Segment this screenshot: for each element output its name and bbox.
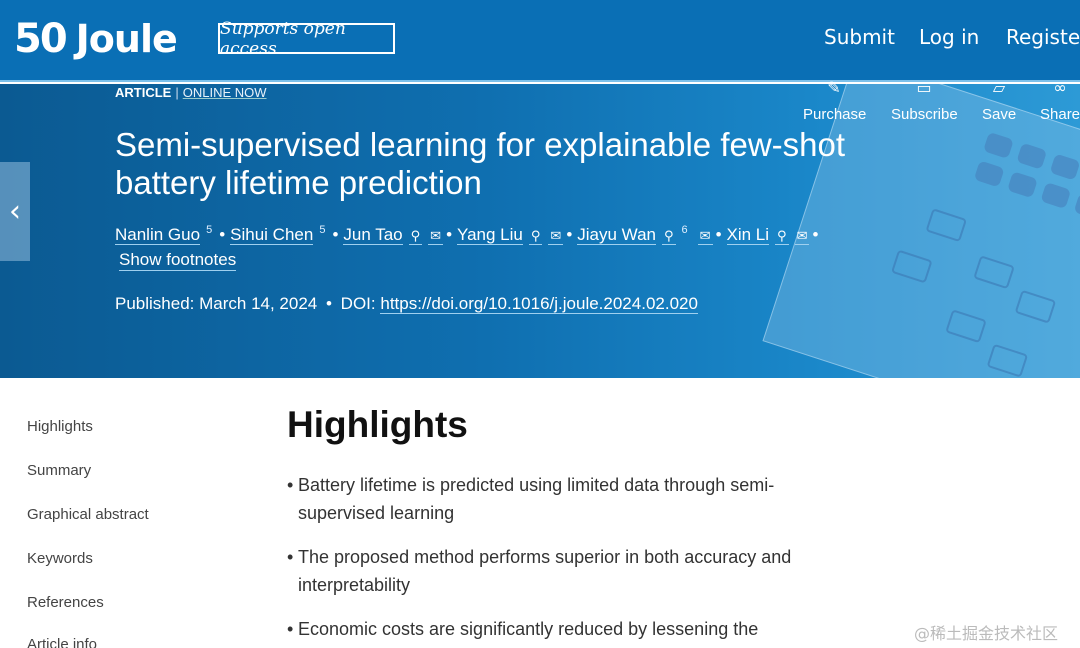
author-item: Nanlin Guo 5 • <box>115 224 226 245</box>
publication-info: Published: March 14, 2024 • DOI: https:/… <box>115 294 698 314</box>
nav-highlights[interactable]: Highlights <box>27 418 93 435</box>
author-item: Xin Li ⚲ ✉ • <box>726 224 819 245</box>
author-list: Nanlin Guo 5 • Sihui Chen 5 • Jun Tao ⚲ ✉ • Yan… <box>115 218 875 249</box>
subscribe-button[interactable]: ▭ Subscribe <box>891 78 958 123</box>
person-icon[interactable]: ⚲ <box>408 228 423 245</box>
chevron-left-icon: ‹ <box>9 194 21 229</box>
article-title: Semi-supervised learning for explainable… <box>115 126 846 201</box>
open-access-badge[interactable]: Supports open access <box>218 19 395 59</box>
published-date: Published: March 14, 2024 <box>115 294 318 313</box>
login-link[interactable]: Log in <box>919 25 979 49</box>
nav-references[interactable]: References <box>27 594 104 611</box>
submit-link[interactable]: Submit <box>824 25 895 49</box>
meta-separator: | <box>175 85 179 100</box>
author-item: Yang Liu ⚲ ✉ • <box>457 224 573 245</box>
save-button[interactable]: ▱ Save <box>982 78 1016 123</box>
show-footnotes-link[interactable]: Show footnotes <box>119 250 237 271</box>
author-name[interactable]: Jiayu Wan <box>577 224 656 245</box>
subscribe-label: Subscribe <box>891 106 958 123</box>
purchase-label: Purchase <box>803 106 867 123</box>
register-link[interactable]: Register <box>1006 25 1080 49</box>
highlight-text: Economic costs are significantly reduced… <box>298 619 759 639</box>
highlight-text: The proposed method performs superior in… <box>298 547 792 595</box>
person-icon[interactable]: ⚲ <box>775 228 789 245</box>
author-name[interactable]: Yang Liu <box>457 224 523 245</box>
nav-summary[interactable]: Summary <box>27 462 91 479</box>
author-item: Jun Tao ⚲ ✉ • <box>343 224 453 245</box>
email-icon[interactable]: ✉ <box>697 228 713 245</box>
doi-link[interactable]: https://doi.org/10.1016/j.joule.2024.02.… <box>380 294 698 314</box>
logo-journal-name: Joule <box>75 17 178 61</box>
list-item: • Economic costs are significantly reduce… <box>287 615 827 643</box>
previous-article-button[interactable]: ‹ <box>0 162 30 261</box>
list-item: • Battery lifetime is predicted using lim… <box>287 471 827 527</box>
author-footnote[interactable]: 6 <box>682 224 688 236</box>
email-icon[interactable]: ✉ <box>794 228 810 245</box>
article-actions: ✎ Purchase ▭ Subscribe ▱ Save ∞ Share <box>790 78 1080 128</box>
journal-logo[interactable]: 50 Joule <box>14 16 178 62</box>
author-footnote[interactable]: 5 <box>206 224 212 236</box>
article-type: ARTICLE <box>115 85 172 100</box>
online-status-link[interactable]: ONLINE NOW <box>183 85 267 100</box>
doi-label: DOI: <box>340 294 376 313</box>
person-icon[interactable]: ⚲ <box>528 228 543 245</box>
folder-icon: ▱ <box>992 78 1006 97</box>
author-item: Sihui Chen 5 • <box>230 224 339 245</box>
article-meta: ARTICLE | ONLINE NOW <box>115 85 267 100</box>
email-icon[interactable]: ✉ <box>548 228 564 245</box>
logo-50: 50 <box>14 16 68 62</box>
author-name[interactable]: Nanlin Guo <box>115 224 201 245</box>
nav-graphical-abstract[interactable]: Graphical abstract <box>27 506 149 523</box>
list-item: • The proposed method performs superior i… <box>287 543 827 599</box>
highlight-text: Battery lifetime is predicted using limi… <box>298 475 775 523</box>
nav-keywords[interactable]: Keywords <box>27 550 93 567</box>
author-name[interactable]: Xin Li <box>726 224 770 245</box>
subscribe-icon: ▭ <box>916 78 932 97</box>
highlights-heading: Highlights <box>287 404 468 445</box>
purchase-icon: ✎ <box>827 78 841 97</box>
watermark: @稀土掘金技术社区 <box>914 624 1059 643</box>
person-icon[interactable]: ⚲ <box>662 228 676 245</box>
share-button[interactable]: ∞ Share <box>1040 78 1080 123</box>
email-icon[interactable]: ✉ <box>428 228 444 245</box>
author-name[interactable]: Sihui Chen <box>230 224 314 245</box>
save-label: Save <box>982 106 1017 123</box>
share-icon: ∞ <box>1053 78 1067 97</box>
author-name[interactable]: Jun Tao <box>343 224 403 245</box>
nav-article-info[interactable]: Article info <box>27 636 97 648</box>
top-nav-bar: 50 Joule Supports open access Submit Log… <box>0 0 1080 82</box>
share-label: Share <box>1040 106 1080 123</box>
author-footnote[interactable]: 5 <box>319 224 325 236</box>
author-item: Jiayu Wan ⚲ 6 ✉ • <box>577 224 722 245</box>
purchase-button[interactable]: ✎ Purchase <box>803 78 867 123</box>
